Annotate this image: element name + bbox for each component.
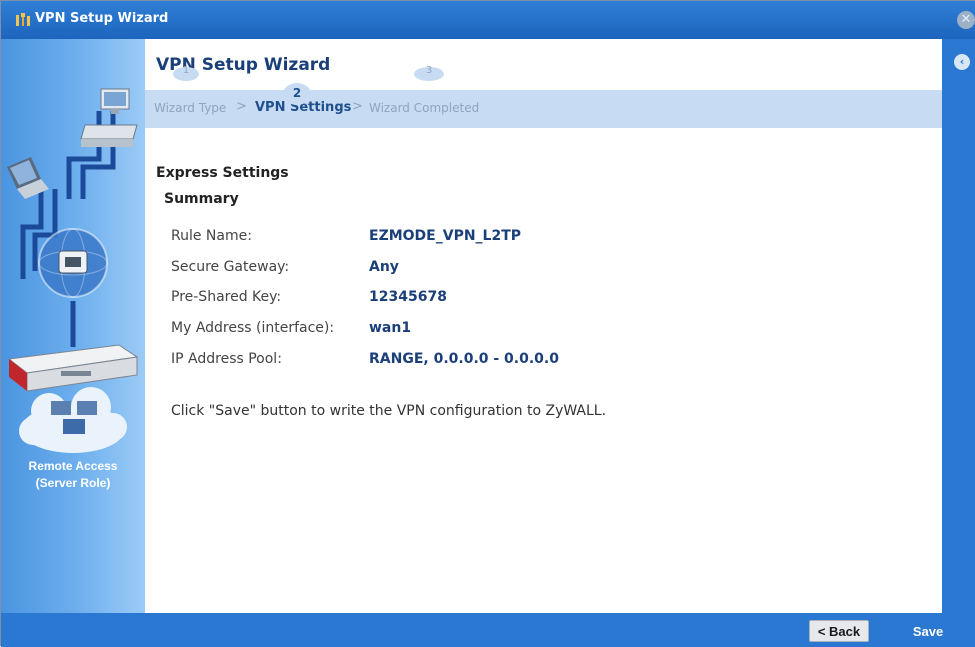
wizard-footer: < Back Save — [1, 613, 975, 647]
step-wizard-type: Wizard Type — [154, 101, 227, 115]
remote-network-cloud-icon — [19, 387, 127, 453]
title-bar: VPN Setup Wizard ✕ — [1, 1, 975, 39]
switch-device-icon — [80, 124, 138, 147]
vpn-wizard-window: VPN Setup Wizard ✕ Remote Access (Server… — [0, 0, 975, 647]
role-label-line2: (Server Role) — [35, 476, 111, 490]
right-side-bar: ‹ — [942, 39, 975, 613]
summary-label: Rule Name: — [171, 228, 252, 244]
zywall-firewall-icon — [7, 344, 139, 392]
wizard-illustration-panel: Remote Access (Server Role) — [1, 39, 145, 613]
summary-label: Secure Gateway: — [171, 259, 290, 275]
section-title: Express Settings — [156, 165, 289, 181]
save-button[interactable]: Save — [894, 620, 962, 642]
desktop-computer-icon — [100, 88, 130, 114]
internet-globe-icon — [38, 228, 108, 298]
network-topology-illustration — [7, 88, 139, 453]
summary-row-pre-shared-key: Pre-Shared Key: 12345678 — [145, 289, 942, 311]
step-number-3: 3 — [414, 66, 444, 81]
step-number-2: 2 — [283, 83, 311, 105]
step-wizard-completed: Wizard Completed — [369, 101, 480, 115]
wizard-steps-bar: Wizard Type > VPN Settings > Wizard Comp… — [145, 90, 942, 128]
wizard-content: VPN Setup Wizard Wizard Type > VPN Setti… — [145, 39, 942, 613]
back-button[interactable]: < Back — [809, 620, 869, 642]
summary-row-my-address: My Address (interface): wan1 — [145, 320, 942, 342]
summary-value: wan1 — [369, 320, 412, 336]
summary-title: Summary — [164, 191, 239, 207]
summary-value: EZMODE_VPN_L2TP — [369, 228, 522, 244]
summary-row-ip-address-pool: IP Address Pool: RANGE, 0.0.0.0 - 0.0.0.… — [145, 351, 942, 373]
vpn-role-label: Remote Access (Server Role) — [1, 458, 145, 492]
summary-value: Any — [369, 259, 399, 275]
role-label-line1: Remote Access — [28, 459, 118, 473]
step-separator-icon: > — [352, 99, 363, 114]
summary-value: 12345678 — [369, 289, 447, 305]
collapse-chevron-icon[interactable]: ‹ — [954, 54, 970, 70]
window-title: VPN Setup Wizard — [35, 11, 169, 26]
close-icon[interactable]: ✕ — [957, 11, 975, 29]
wizard-tools-icon — [16, 13, 30, 26]
summary-label: Pre-Shared Key: — [171, 289, 282, 305]
summary-value: RANGE, 0.0.0.0 - 0.0.0.0 — [369, 351, 559, 367]
step-separator-icon: > — [236, 99, 247, 114]
save-instruction-text: Click "Save" button to write the VPN con… — [171, 403, 607, 419]
summary-label: IP Address Pool: — [171, 351, 282, 367]
summary-row-rule-name: Rule Name: EZMODE_VPN_L2TP — [145, 228, 942, 250]
summary-label: My Address (interface): — [171, 320, 335, 336]
step-number-1: 1 — [173, 66, 199, 81]
summary-row-secure-gateway: Secure Gateway: Any — [145, 259, 942, 281]
